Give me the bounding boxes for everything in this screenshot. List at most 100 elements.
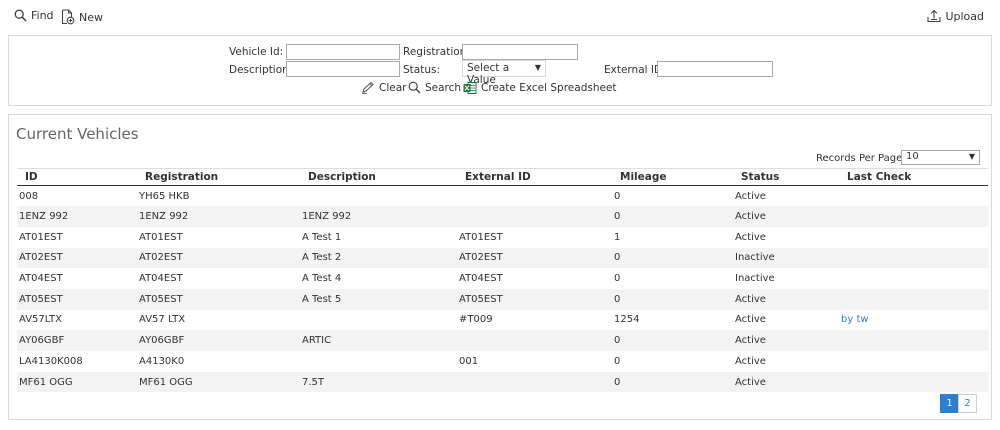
cell-id: LA4130K008	[17, 351, 137, 372]
cell-id: AT05EST	[17, 288, 137, 310]
cell-mileage: 0	[612, 351, 733, 372]
cell-status: Active	[733, 309, 839, 331]
page-button-1[interactable]: 1	[940, 394, 959, 413]
cell-description	[300, 351, 457, 372]
vehicle-id-label: Vehicle Id:	[229, 46, 284, 58]
vehicles-table: ID Registration Description External ID …	[17, 168, 988, 393]
table-row[interactable]: 008 YH65 HKB 0 Active	[17, 185, 988, 207]
column-header-mileage[interactable]: Mileage	[612, 168, 733, 186]
cell-description: A Test 1	[300, 226, 457, 248]
create-excel-label: Create Excel Spreadsheet	[481, 82, 617, 94]
column-header-registration[interactable]: Registration	[137, 168, 300, 186]
cell-registration: AT05EST	[137, 288, 300, 310]
cell-description: 7.5T	[300, 371, 457, 393]
clear-label: Clear	[379, 81, 407, 94]
pagination: 1 2	[940, 394, 977, 413]
cell-registration: YH65 HKB	[137, 185, 300, 207]
records-per-page-select[interactable]: 10 ▼	[901, 150, 980, 165]
cell-description: ARTIC	[300, 330, 457, 351]
cell-last-check	[839, 351, 988, 372]
table-row[interactable]: AT01EST AT01EST A Test 1 AT01EST 1 Activ…	[17, 226, 988, 248]
page-title: Current Vehicles	[16, 125, 139, 143]
cell-last-check	[839, 226, 988, 248]
registration-label: Registration:	[403, 46, 470, 58]
last-check-link[interactable]: by tw	[839, 309, 988, 331]
cell-id: AT02EST	[17, 247, 137, 269]
cell-registration: AT02EST	[137, 247, 300, 269]
cell-registration: 1ENZ 992	[137, 206, 300, 227]
column-header-external-id[interactable]: External ID	[457, 168, 612, 186]
cell-registration: AT04EST	[137, 268, 300, 289]
status-select[interactable]: Select a Value ▼	[462, 60, 546, 86]
cell-status: Active	[733, 226, 839, 248]
records-per-page-value: 10	[906, 151, 919, 162]
registration-field[interactable]	[462, 44, 578, 60]
cell-last-check	[839, 268, 988, 289]
top-toolbar: Find New Upload	[14, 7, 984, 29]
column-header-last-check[interactable]: Last Check	[839, 168, 988, 186]
cell-id: 008	[17, 185, 137, 207]
cell-external-id: AT02EST	[457, 247, 612, 269]
cell-last-check	[839, 288, 988, 310]
table-row[interactable]: AT02EST AT02EST A Test 2 AT02EST 0 Inact…	[17, 247, 988, 269]
cell-external-id: AT01EST	[457, 226, 612, 248]
records-per-page-label: Records Per Page:	[816, 153, 906, 164]
chevron-down-icon: ▼	[968, 152, 975, 161]
description-field[interactable]	[286, 61, 400, 77]
description-label: Description:	[229, 64, 293, 76]
cell-external-id: #T009	[457, 309, 612, 331]
upload-icon	[927, 9, 942, 23]
column-header-status[interactable]: Status	[733, 168, 839, 186]
cell-id: AT01EST	[17, 226, 137, 248]
cell-id: AT04EST	[17, 268, 137, 289]
cell-registration: AV57 LTX	[137, 309, 300, 331]
table-row[interactable]: AY06GBF AY06GBF ARTIC 0 Active	[17, 330, 988, 351]
cell-last-check	[839, 206, 988, 227]
cell-id: AY06GBF	[17, 330, 137, 351]
cell-mileage: 0	[612, 330, 733, 351]
table-header-row: ID Registration Description External ID …	[17, 168, 988, 186]
upload-button[interactable]: Upload	[927, 9, 984, 23]
cell-external-id	[457, 371, 612, 393]
cell-mileage: 0	[612, 185, 733, 207]
cell-external-id	[457, 206, 612, 227]
cell-external-id	[457, 330, 612, 351]
external-id-field[interactable]	[657, 61, 773, 77]
cell-description: A Test 4	[300, 268, 457, 289]
table-row[interactable]: MF61 OGG MF61 OGG 7.5T 0 Active	[17, 371, 988, 393]
find-button[interactable]: Find	[14, 9, 54, 22]
cell-id: AV57LTX	[17, 309, 137, 331]
cell-description	[300, 309, 457, 331]
column-header-id[interactable]: ID	[17, 168, 137, 186]
cell-mileage: 0	[612, 371, 733, 393]
cell-mileage: 0	[612, 247, 733, 269]
table-row[interactable]: AV57LTX AV57 LTX #T009 1254 Active by tw	[17, 309, 988, 331]
cell-status: Active	[733, 371, 839, 393]
cell-status: Active	[733, 330, 839, 351]
cell-status: Active	[733, 185, 839, 207]
cell-mileage: 1254	[612, 309, 733, 331]
cell-last-check	[839, 185, 988, 207]
create-excel-button[interactable]: Create Excel Spreadsheet	[463, 81, 617, 95]
clear-button[interactable]: Clear	[361, 81, 406, 94]
cell-status: Inactive	[733, 268, 839, 289]
cell-external-id: AT05EST	[457, 288, 612, 310]
search-icon	[14, 9, 27, 22]
table-row[interactable]: LA4130K008 A4130K0 001 0 Active	[17, 351, 988, 372]
cell-description	[300, 185, 457, 207]
cell-registration: AT01EST	[137, 226, 300, 248]
status-label: Status:	[403, 64, 440, 76]
cell-registration: AY06GBF	[137, 330, 300, 351]
cell-mileage: 1	[612, 226, 733, 248]
search-label: Search	[425, 81, 462, 94]
cell-external-id	[457, 185, 612, 207]
cell-external-id: AT04EST	[457, 268, 612, 289]
new-button[interactable]: New	[61, 9, 103, 25]
table-row[interactable]: AT04EST AT04EST A Test 4 AT04EST 0 Inact…	[17, 268, 988, 289]
search-button[interactable]: Search	[408, 81, 461, 94]
page-button-2[interactable]: 2	[958, 394, 977, 413]
column-header-description[interactable]: Description	[300, 168, 457, 186]
vehicle-id-field[interactable]	[286, 44, 400, 60]
table-row[interactable]: 1ENZ 992 1ENZ 992 1ENZ 992 0 Active	[17, 206, 988, 227]
table-row[interactable]: AT05EST AT05EST A Test 5 AT05EST 0 Activ…	[17, 288, 988, 310]
